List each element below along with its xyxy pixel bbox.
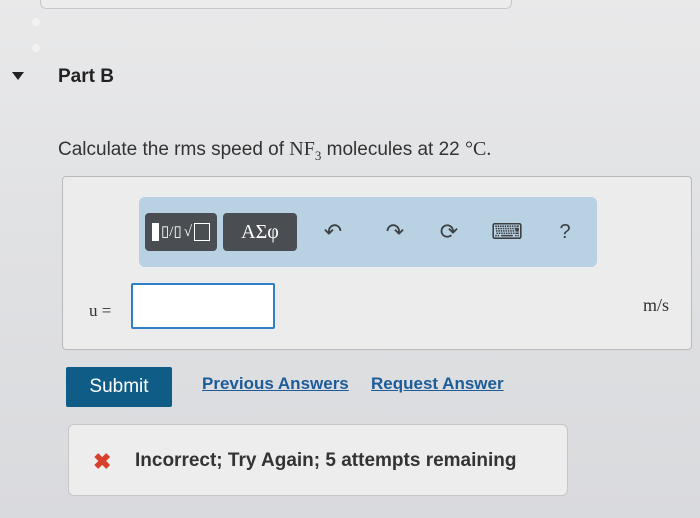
templates-icon: ▯/▯ √ [152, 223, 210, 241]
decorative-dot [32, 18, 40, 26]
help-button[interactable]: ? [547, 213, 583, 251]
undo-icon[interactable]: ↶ [315, 213, 351, 251]
temperature-unit: °C [465, 138, 487, 160]
chemical-formula: NF3 [289, 138, 322, 163]
collapse-triangle-icon[interactable] [12, 72, 24, 80]
symbols-button[interactable]: ΑΣφ [223, 213, 297, 251]
part-title[interactable]: Part B [58, 66, 114, 88]
unit-label: m/s [643, 295, 670, 315]
variable-label: u = [89, 301, 112, 320]
feedback-text: Incorrect; Try Again; 5 attempts remaini… [135, 450, 517, 471]
question-middle: molecules at 22 [321, 139, 466, 160]
question-prefix: Calculate the rms speed of [58, 139, 290, 160]
math-toolbar: ▯/▯ √ ΑΣφ ↶ ↷ ⟳ ⌨ ? [139, 197, 597, 267]
reset-icon[interactable]: ⟳ [431, 213, 467, 251]
answer-box: ▯/▯ √ ΑΣφ ↶ ↷ ⟳ ⌨ ? u = m/s [62, 176, 692, 350]
feedback-box: ✖ Incorrect; Try Again; 5 attempts remai… [68, 424, 568, 496]
request-answer-link[interactable]: Request Answer [371, 374, 504, 394]
redo-icon[interactable]: ↷ [377, 213, 413, 251]
question-text: Calculate the rms speed of NF3 molecules… [58, 138, 492, 163]
submit-button[interactable]: Submit [66, 367, 172, 407]
keyboard-icon[interactable]: ⌨ [489, 213, 525, 251]
templates-button[interactable]: ▯/▯ √ [145, 213, 217, 251]
x-icon: ✖ [93, 449, 112, 474]
decorative-dot [32, 44, 40, 52]
answer-input[interactable] [131, 283, 275, 329]
previous-answers-link[interactable]: Previous Answers [202, 374, 349, 394]
previous-panel-edge [40, 0, 512, 9]
